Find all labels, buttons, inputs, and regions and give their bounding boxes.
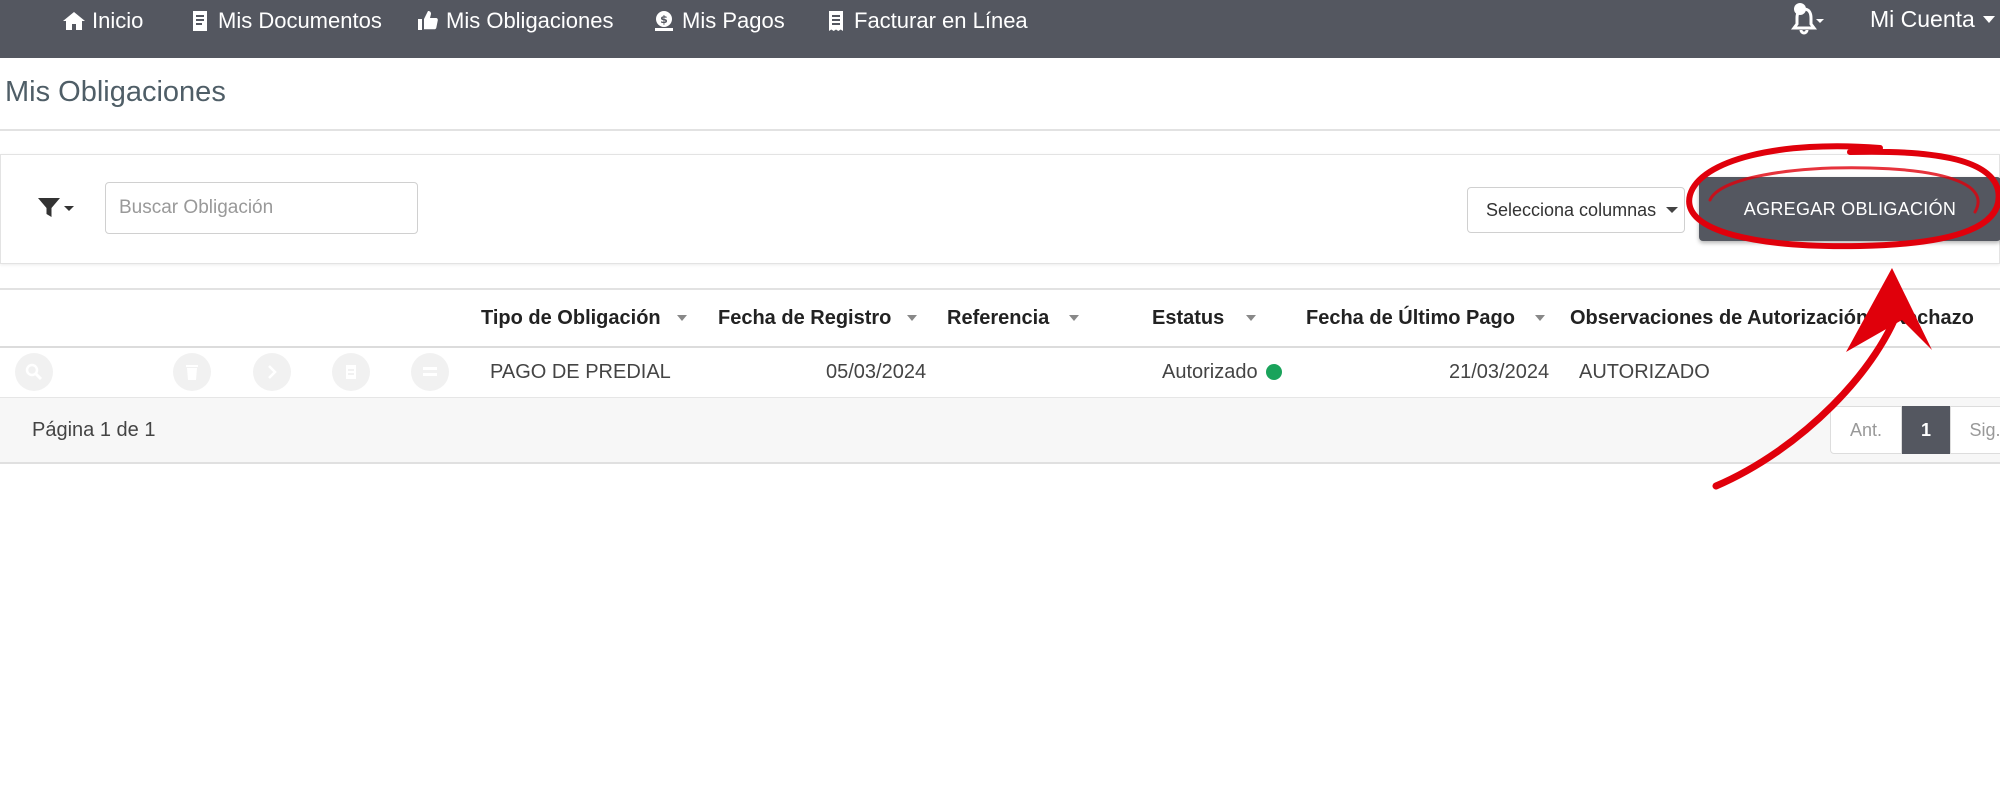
cell-tipo: PAGO DE PREDIAL <box>490 360 671 383</box>
cell-observaciones: AUTORIZADO <box>1579 360 1710 383</box>
account-label: Mi Cuenta <box>1870 5 1975 32</box>
column-header-label: Observaciones de Autorización o Rechazo <box>1570 306 1974 329</box>
nav-item-mis-documentos[interactable]: Mis Documentos <box>188 0 382 42</box>
next-button[interactable] <box>253 353 291 391</box>
status-dot <box>1265 364 1282 380</box>
chevron-down-icon <box>1666 207 1679 213</box>
account-menu[interactable]: Mi Cuenta <box>1870 0 1995 38</box>
toolbar-panel: Selecciona columnas AGREGAR OBLIGACIÓN <box>0 154 2000 264</box>
chevron-down-icon <box>1982 15 1995 23</box>
table-header: Tipo de Obligación Fecha de Registro Ref… <box>0 288 2000 348</box>
column-header-tipo[interactable]: Tipo de Obligación <box>481 290 687 346</box>
search-input[interactable] <box>105 182 418 234</box>
page-title: Mis Obligaciones <box>5 76 226 108</box>
filter-icon <box>38 198 60 217</box>
details-button[interactable] <box>411 353 449 391</box>
print-button[interactable] <box>332 353 370 391</box>
sort-icon <box>1246 315 1257 321</box>
bell-icon <box>1791 3 1824 35</box>
view-icon <box>25 363 43 381</box>
sort-icon <box>1069 315 1080 321</box>
pagination: Ant. 1 Sig. <box>1830 406 2000 454</box>
nav-item-label: Mis Pagos <box>682 8 785 33</box>
table-row: PAGO DE PREDIAL 05/03/2024 Autorizado 21… <box>0 348 2000 398</box>
column-header-observaciones[interactable]: Observaciones de Autorización o Rechazo <box>1570 290 1974 346</box>
print-icon <box>346 365 356 379</box>
column-header-fecha-ultimo-pago[interactable]: Fecha de Último Pago <box>1306 290 1545 346</box>
column-header-label: Fecha de Registro <box>718 306 892 329</box>
home-icon <box>63 12 85 30</box>
chevron-down-icon <box>64 205 74 211</box>
status-text: Autorizado <box>1162 360 1258 383</box>
notifications-button[interactable] <box>1788 0 1838 40</box>
view-button[interactable] <box>15 353 53 391</box>
page-info: Página 1 de 1 <box>32 418 156 441</box>
column-header-referencia[interactable]: Referencia <box>947 290 1080 346</box>
top-navbar: Inicio Mis Documentos Mis Obligaciones $… <box>0 0 2000 58</box>
delete-icon <box>186 365 198 380</box>
details-icon <box>423 367 437 376</box>
nav-item-label: Mis Documentos <box>218 8 382 33</box>
current-page-button[interactable]: 1 <box>1902 406 1950 454</box>
add-obligation-button[interactable]: AGREGAR OBLIGACIÓN <box>1699 177 2000 241</box>
nav-item-label: Facturar en Línea <box>854 8 1028 33</box>
nav-item-mis-obligaciones[interactable]: Mis Obligaciones <box>416 0 614 42</box>
prev-page-button[interactable]: Ant. <box>1830 406 1902 454</box>
next-page-button[interactable]: Sig. <box>1950 406 2000 454</box>
filter-button[interactable] <box>37 193 77 223</box>
cell-fecha-registro: 05/03/2024 <box>826 360 927 383</box>
nav-item-label: Inicio <box>92 8 144 33</box>
nav-item-inicio[interactable]: Inicio <box>62 0 143 42</box>
columns-select-label: Selecciona columnas <box>1486 199 1657 220</box>
sort-icon <box>907 315 918 321</box>
cell-estatus: Autorizado <box>1162 348 1282 396</box>
sort-icon <box>1534 315 1545 321</box>
cell-fecha-ultimo-pago: 21/03/2024 <box>1449 360 1550 383</box>
next-icon <box>268 365 277 379</box>
svg-text:$: $ <box>660 13 668 26</box>
receipt-icon <box>829 11 843 31</box>
column-header-label: Estatus <box>1152 306 1225 329</box>
table-footer: Página 1 de 1 Ant. 1 Sig. <box>0 398 2000 464</box>
column-header-estatus[interactable]: Estatus <box>1152 290 1257 346</box>
column-header-label: Fecha de Último Pago <box>1306 306 1515 329</box>
nav-item-facturar-en-linea[interactable]: Facturar en Línea <box>824 0 1028 42</box>
delete-button[interactable] <box>173 353 211 391</box>
sort-icon <box>676 315 687 321</box>
columns-select[interactable]: Selecciona columnas <box>1467 187 1685 233</box>
nav-item-label: Mis Obligaciones <box>446 8 614 33</box>
nav-item-mis-pagos[interactable]: $ Mis Pagos <box>652 0 785 42</box>
document-icon <box>193 11 207 31</box>
column-header-label: Tipo de Obligación <box>481 306 661 329</box>
title-divider <box>0 129 2000 131</box>
money-icon: $ <box>655 11 673 31</box>
column-header-fecha-registro[interactable]: Fecha de Registro <box>718 290 918 346</box>
thumbs-up-icon <box>418 11 438 30</box>
column-header-label: Referencia <box>947 306 1050 329</box>
